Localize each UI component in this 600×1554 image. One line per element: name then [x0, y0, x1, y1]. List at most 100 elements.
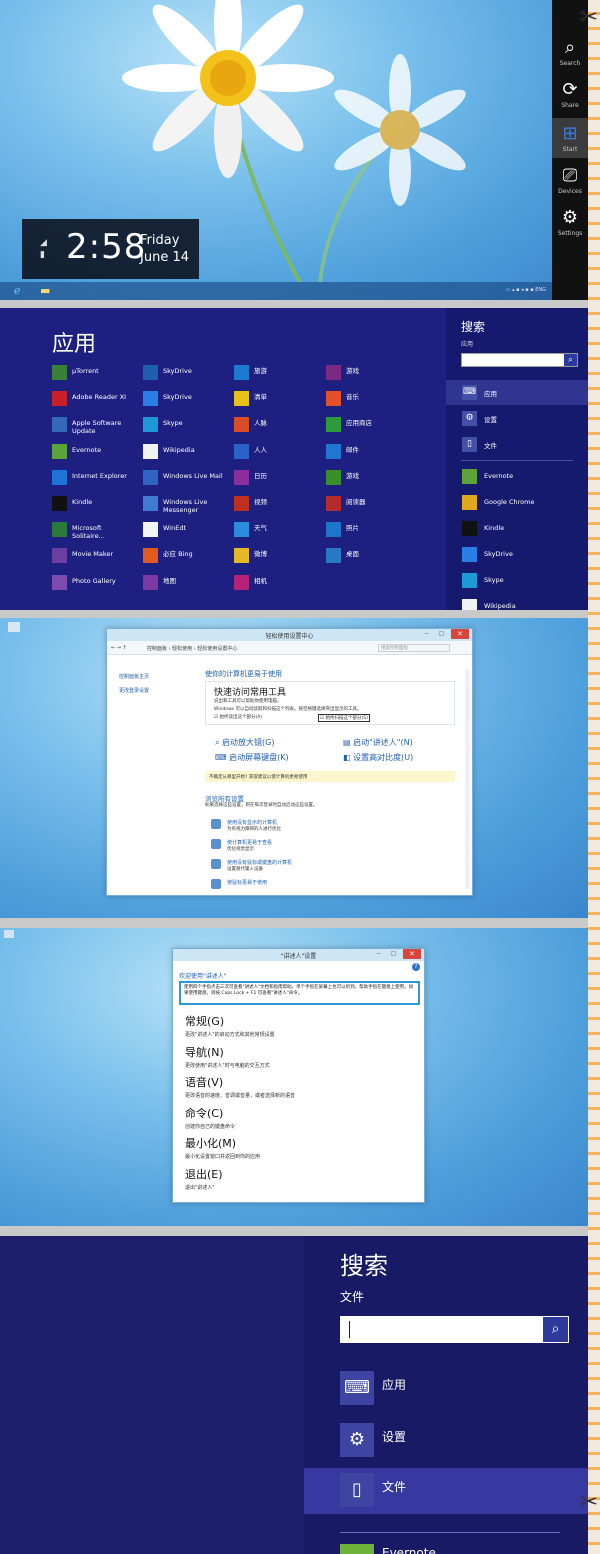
- search-result[interactable]: Evernote: [462, 466, 588, 488]
- app-tile[interactable]: 邮件: [326, 442, 414, 462]
- narrator-section-link[interactable]: 命令(C) 创建你自己的键盘命令: [185, 1105, 235, 1130]
- app-tile[interactable]: Skype: [143, 415, 231, 435]
- app-tile[interactable]: 清单: [234, 389, 322, 409]
- app-tile[interactable]: 天气: [234, 520, 322, 540]
- tool-narrator[interactable]: ▤ 启动"讲述人"(N): [343, 737, 413, 748]
- app-tile[interactable]: SkyDrive: [143, 363, 231, 383]
- desktop-charms-panel: ◢ ▮ 2:58 Friday June 14 ℯ ▬ ▭ ▴ ▪ ◂ ▪ ▪ E…: [0, 0, 588, 300]
- search-category-files[interactable]: ▯ 文件: [304, 1468, 588, 1514]
- app-icon: [234, 443, 249, 459]
- app-tile[interactable]: Evernote: [52, 442, 140, 462]
- app-tile[interactable]: Apple Software Update: [52, 415, 140, 435]
- app-tile[interactable]: 人人: [234, 442, 322, 462]
- app-name: 清单: [254, 393, 267, 402]
- app-tile[interactable]: Kindle: [52, 494, 140, 514]
- narrator-section-link[interactable]: 语音(V) 更改语音的速度、音调或音量，或者选择新的语音: [185, 1074, 295, 1099]
- close-button[interactable]: ✕: [403, 949, 421, 959]
- tool-high-contrast[interactable]: ◧ 设置高对比度(U): [343, 752, 413, 763]
- app-tile[interactable]: Movie Maker: [52, 546, 140, 566]
- close-button[interactable]: ✕: [451, 629, 469, 639]
- app-tile[interactable]: 阅读器: [326, 494, 414, 514]
- scrollbar[interactable]: [465, 669, 470, 889]
- app-tile[interactable]: 应用商店: [326, 415, 414, 435]
- search-result-evernote[interactable]: Evernote: [340, 1538, 580, 1554]
- charm-search[interactable]: ⌕ Search: [552, 37, 588, 68]
- app-tile[interactable]: 桌面: [326, 546, 414, 566]
- app-tile[interactable]: Wikipedia: [143, 442, 231, 462]
- charm-share[interactable]: ⟳ Share: [552, 80, 588, 110]
- system-tray[interactable]: ▭ ▴ ▪ ◂ ▪ ▪ ENG: [506, 287, 546, 293]
- search-result[interactable]: Wikipedia: [462, 596, 588, 610]
- app-name: SkyDrive: [163, 393, 192, 402]
- app-tile[interactable]: 地图: [143, 573, 231, 593]
- app-tile[interactable]: Microsoft Solitaire...: [52, 520, 140, 540]
- search-category-settings[interactable]: ⚙ 设置: [446, 406, 588, 431]
- app-tile[interactable]: 音乐: [326, 389, 414, 409]
- read-section-checkbox[interactable]: ☑ 始终读出这个部分(A): [214, 714, 262, 720]
- search-button[interactable]: ⌕: [564, 354, 577, 366]
- narrator-section-link[interactable]: 退出(E) 退出"讲述人": [185, 1166, 223, 1191]
- scissors-icon: ✂: [579, 1490, 599, 1515]
- search-input[interactable]: [340, 1316, 567, 1343]
- app-tile[interactable]: Adobe Reader XI: [52, 389, 140, 409]
- app-tile[interactable]: Windows Live Mail: [143, 468, 231, 488]
- charm-devices[interactable]: ⎚ Devices: [552, 166, 588, 196]
- search-result[interactable]: Skype: [462, 570, 588, 592]
- setting-link[interactable]: 使用没有显示的计算机: [227, 819, 277, 826]
- app-tile[interactable]: 游戏: [326, 363, 414, 383]
- app-tile[interactable]: 照片: [326, 520, 414, 540]
- search-input[interactable]: ⌕: [461, 353, 578, 367]
- ie-icon[interactable]: ℯ: [14, 284, 21, 297]
- window-min-max[interactable]: ‒ ▢: [377, 950, 400, 957]
- app-tile[interactable]: Photo Gallery: [52, 573, 140, 593]
- app-tile[interactable]: 旅游: [234, 363, 322, 383]
- scan-section-checkbox[interactable]: ☑ 始终扫描这个部分(S): [318, 714, 370, 722]
- search-category-files[interactable]: ▯ 文件: [446, 432, 588, 457]
- search-button[interactable]: ⌕: [542, 1316, 569, 1343]
- search-result[interactable]: SkyDrive: [462, 544, 588, 566]
- setting-link[interactable]: 使鼠标更易于使用: [227, 879, 267, 886]
- control-panel-search[interactable]: 搜索控制面板: [378, 644, 450, 652]
- app-tile[interactable]: Windows Live Messenger: [143, 494, 231, 514]
- app-tile[interactable]: 日历: [234, 468, 322, 488]
- app-tile[interactable]: 视频: [234, 494, 322, 514]
- ease-of-access-panel: 轻松使用设置中心 ‒ ▢ ✕ ← → ↑ 控制面板 › 轻松使用 › 轻松使用设…: [0, 618, 588, 918]
- window-min-max[interactable]: ‒ ▢: [425, 630, 448, 637]
- app-tile[interactable]: 相机: [234, 573, 322, 593]
- side-link-login[interactable]: 更改登录设置: [119, 687, 149, 694]
- search-result[interactable]: Kindle: [462, 518, 588, 540]
- app-name: 人人: [254, 445, 267, 454]
- setting-link[interactable]: 使用没有鼠标或键盘的计算机: [227, 859, 292, 866]
- search-icon: ⌕: [564, 37, 576, 58]
- help-icon[interactable]: ?: [412, 963, 420, 971]
- charm-settings[interactable]: ⚙ Settings: [552, 208, 588, 238]
- search-divider: [461, 460, 573, 461]
- recycle-bin-icon[interactable]: [8, 622, 20, 632]
- app-tile[interactable]: WinEdt: [143, 520, 231, 540]
- side-link-home[interactable]: 控制面板主页: [119, 673, 149, 680]
- nav-arrows-icon[interactable]: ← → ↑: [111, 645, 127, 651]
- app-tile[interactable]: 微博: [234, 546, 322, 566]
- hint-bar[interactable]: 不确定从哪里开始? 获取建议以使计算机更易使用: [205, 771, 455, 782]
- app-tile[interactable]: 必应 Bing: [143, 546, 231, 566]
- app-tile[interactable]: µTorrent: [52, 363, 140, 383]
- breadcrumb[interactable]: 控制面板 › 轻松使用 › 轻松使用设置中心: [147, 645, 237, 652]
- narrator-section-link[interactable]: 最小化(M) 最小化设置窗口并返回到你的应用: [185, 1135, 260, 1160]
- setting-link[interactable]: 使计算机更易于查看: [227, 839, 272, 846]
- search-result[interactable]: Google Chrome: [462, 492, 588, 514]
- app-tile[interactable]: SkyDrive: [143, 389, 231, 409]
- narrator-section-link[interactable]: 导航(N) 更改使用"讲述人"时与电脑的交互方式: [185, 1044, 270, 1069]
- narrator-section-link[interactable]: 常规(G) 更改"讲述人"的启动方式和其他常规设置: [185, 1013, 275, 1038]
- recycle-bin-icon[interactable]: [4, 930, 14, 938]
- app-tile[interactable]: 人脉: [234, 415, 322, 435]
- search-category-apps[interactable]: ⌨ 应用: [446, 380, 588, 405]
- search-category-apps[interactable]: ⌨ 应用: [304, 1366, 588, 1412]
- app-name: Windows Live Mail: [163, 471, 223, 480]
- search-category-settings[interactable]: ⚙ 设置: [304, 1418, 588, 1464]
- tool-onscreen-keyboard[interactable]: ⌨ 启动屏幕键盘(K): [215, 752, 289, 763]
- charm-start[interactable]: ⊞ Start: [552, 118, 588, 158]
- tool-magnifier[interactable]: ⌕ 启动放大镜(G): [215, 737, 274, 748]
- folder-icon[interactable]: ▬: [40, 284, 50, 297]
- app-tile[interactable]: Internet Explorer: [52, 468, 140, 488]
- app-tile[interactable]: 游戏: [326, 468, 414, 488]
